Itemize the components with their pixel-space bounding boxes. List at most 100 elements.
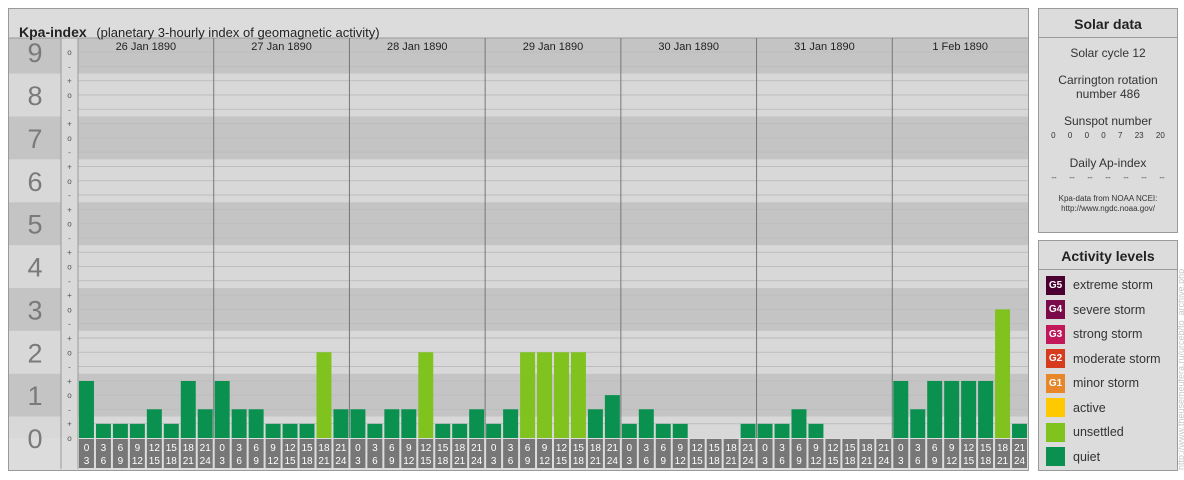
level-label: minor storm	[1073, 376, 1139, 391]
hour-end-label: 15	[963, 456, 975, 467]
level-label: unsettled	[1073, 425, 1124, 440]
kpa-chart-panel: 0 1 2 3 4 5 6 7 8 9 o + - o + - o + - o + - o + - o + - o + - o + - o + - o 26…	[8, 8, 1029, 471]
hour-start-label: 9	[949, 443, 955, 454]
hour-end-label: 12	[810, 456, 822, 467]
hour-start-label: 15	[301, 443, 313, 454]
ap-value: --	[1069, 173, 1075, 182]
kp-bar	[995, 309, 1011, 438]
kp-bar	[129, 423, 145, 438]
hour-end-label: 24	[200, 456, 212, 467]
hour-start-label: 18	[318, 443, 330, 454]
hour-end-label: 3	[491, 456, 497, 467]
kp-bar	[621, 423, 637, 438]
hour-end-label: 12	[132, 456, 144, 467]
kp-bar	[231, 409, 247, 438]
hour-start-label: 0	[219, 443, 225, 454]
hour-end-label: 12	[268, 456, 280, 467]
kp-bar	[180, 380, 196, 438]
hour-end-label: 6	[644, 456, 650, 467]
day-label: 29 Jan 1890	[523, 41, 584, 53]
y-minor-label: -	[68, 105, 71, 114]
data-source: Kpa-data from NOAA NCEI: http://www.ngdc…	[1039, 194, 1177, 214]
level-swatch-unsettled	[1046, 422, 1065, 442]
hour-end-label: 21	[861, 456, 873, 467]
sunspot-value: 23	[1134, 131, 1144, 140]
hour-end-label: 9	[525, 456, 531, 467]
hour-start-label: 3	[508, 443, 514, 454]
level-swatch-g4: G4	[1046, 300, 1065, 320]
hour-start-label: 12	[827, 443, 839, 454]
hour-end-label: 15	[827, 456, 839, 467]
kp-bar	[655, 423, 671, 438]
y-minor-label: o	[67, 177, 72, 186]
kp-bar	[248, 409, 264, 438]
hour-end-label: 9	[932, 456, 938, 467]
chart-title: Kpa-index (planetary 3-hourly index of g…	[19, 24, 380, 40]
hour-end-label: 12	[946, 456, 958, 467]
hour-start-label: 18	[183, 443, 195, 454]
kp-bar	[774, 423, 790, 438]
hour-start-label: 9	[406, 443, 412, 454]
kp-bar	[197, 409, 213, 438]
hour-start-label: 6	[932, 443, 938, 454]
hour-start-label: 12	[963, 443, 975, 454]
level-swatch-quiet	[1046, 447, 1065, 467]
kp-bar	[299, 423, 315, 438]
kp-bar	[282, 423, 298, 438]
hour-end-label: 6	[101, 456, 107, 467]
y-minor-label: o	[67, 305, 72, 314]
kp-bar	[486, 423, 502, 438]
hour-end-label: 6	[236, 456, 242, 467]
kp-bar	[435, 423, 451, 438]
hour-start-label: 21	[335, 443, 347, 454]
level-item-g1: G1 minor storm	[1039, 371, 1177, 396]
kp-bar	[910, 409, 926, 438]
hour-start-label: 12	[692, 443, 704, 454]
day-label: 28 Jan 1890	[387, 41, 448, 53]
hour-end-label: 18	[573, 456, 585, 467]
solar-data-title: Solar data	[1039, 9, 1177, 38]
hour-end-label: 18	[980, 456, 992, 467]
ap-value: --	[1051, 173, 1057, 182]
kp-bar	[537, 352, 552, 438]
hour-start-label: 18	[454, 443, 466, 454]
hour-end-label: 18	[301, 456, 313, 467]
hour-end-label: 3	[84, 456, 90, 467]
level-label: moderate storm	[1073, 351, 1161, 366]
watermark: http://www.theusemeufera.ru/urceb/to_arc…	[1176, 268, 1184, 470]
level-item-g2: G2 moderate storm	[1039, 347, 1177, 372]
kp-bar	[384, 409, 400, 438]
day-label: 27 Jan 1890	[251, 41, 312, 53]
y-minor-label: -	[68, 363, 71, 372]
y-minor-label: o	[67, 348, 72, 357]
hour-start-label: 18	[861, 443, 873, 454]
y-minor-label: -	[68, 148, 71, 157]
hour-end-label: 15	[149, 456, 161, 467]
kp-bar	[978, 380, 994, 438]
kp-bar	[333, 409, 349, 438]
y-minor-label: +	[67, 162, 72, 171]
activity-levels-list: G5 extreme storm G4 severe storm G3 stro…	[1039, 270, 1177, 469]
hour-start-label: 6	[389, 443, 395, 454]
y-minor-label: +	[67, 420, 72, 429]
hour-end-label: 9	[389, 456, 395, 467]
y-minor-label: o	[67, 134, 72, 143]
y-tick-label: 0	[27, 424, 42, 454]
hour-end-label: 24	[335, 456, 347, 467]
sunspot-label: Sunspot number	[1063, 114, 1153, 128]
hour-start-label: 21	[471, 443, 483, 454]
day-label: 30 Jan 1890	[658, 41, 719, 53]
y-minor-label: -	[68, 320, 71, 329]
hour-end-label: 3	[355, 456, 361, 467]
hour-end-label: 3	[898, 456, 904, 467]
kp-bar	[757, 423, 773, 438]
kp-bar	[808, 423, 824, 438]
kp-bar	[893, 380, 909, 438]
chart-title-main: Kpa-index	[19, 24, 87, 40]
hour-end-label: 24	[878, 456, 890, 467]
hour-start-label: 15	[166, 443, 178, 454]
kp-bar	[146, 409, 162, 438]
hour-start-label: 9	[542, 443, 548, 454]
kp-bar	[112, 423, 128, 438]
hour-start-label: 3	[779, 443, 785, 454]
